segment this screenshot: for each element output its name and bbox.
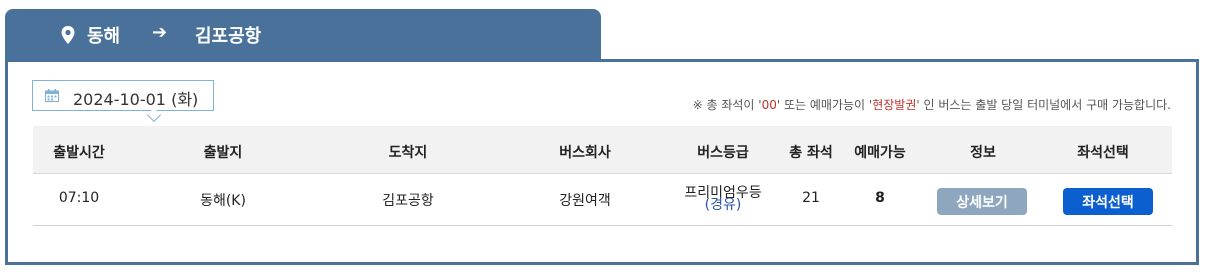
route-destination: 김포공항 (195, 26, 262, 47)
row-total-seats: 21 (802, 190, 820, 206)
route-origin: 동해 (87, 26, 121, 47)
purchase-notice: ※ 총 좌석이 '00' 또는 예매가능이 '현장발권' 인 버스는 출발 당일… (693, 96, 1171, 113)
calendar-icon (45, 89, 59, 102)
detail-button[interactable]: 상세보기 (937, 188, 1027, 215)
header-origin: 출발지 (203, 145, 243, 161)
header-departure-time: 출발시간 (53, 145, 105, 161)
header-info: 정보 (970, 145, 996, 161)
row-bus-grade: 프리미엄우등 (경유) (663, 186, 783, 212)
notice-onsite: 현장발권 (872, 98, 917, 112)
notice-middle: ' 또는 예매가능이 ' (776, 98, 873, 112)
header-seat-select: 좌석선택 (1077, 145, 1129, 161)
row-origin: 동해(K) (200, 193, 246, 209)
bus-grade-note: (경유) (704, 197, 742, 213)
header-bus-company: 버스회사 (559, 145, 611, 161)
header-available: 예매가능 (854, 145, 906, 161)
row-destination: 김포공항 (382, 193, 434, 209)
seat-select-button[interactable]: 좌석선택 (1063, 188, 1153, 215)
notice-suffix: ' 인 버스는 출발 당일 터미널에서 구매 가능합니다. (916, 98, 1171, 112)
schedule-table: 출발시간 출발지 도착지 버스회사 버스등급 총 좌석 예매가능 정보 좌석선택… (33, 126, 1172, 226)
row-bus-company: 강원여객 (559, 193, 611, 209)
selected-date: 2024-10-01 (화) (73, 90, 199, 109)
row-available-seats: 8 (875, 190, 885, 206)
route-arrow-icon: ➔ (152, 22, 168, 43)
route-header: 동해 ➔ 김포공항 (5, 9, 601, 61)
table-row: 07:10 동해(K) 김포공항 강원여객 프리미엄우등 (경유) 21 8 상… (33, 174, 1172, 226)
date-selector[interactable]: 2024-10-01 (화) (32, 80, 214, 123)
header-total-seats: 총 좌석 (789, 145, 833, 161)
table-header: 출발시간 출발지 도착지 버스회사 버스등급 총 좌석 예매가능 정보 좌석선택 (33, 126, 1172, 174)
header-destination: 도착지 (388, 145, 428, 161)
notice-prefix: ※ 총 좌석이 ' (692, 98, 762, 112)
location-pin-icon (61, 26, 75, 44)
row-departure-time: 07:10 (58, 190, 100, 206)
header-bus-grade: 버스등급 (697, 145, 749, 161)
notice-zero: 00 (761, 98, 777, 112)
